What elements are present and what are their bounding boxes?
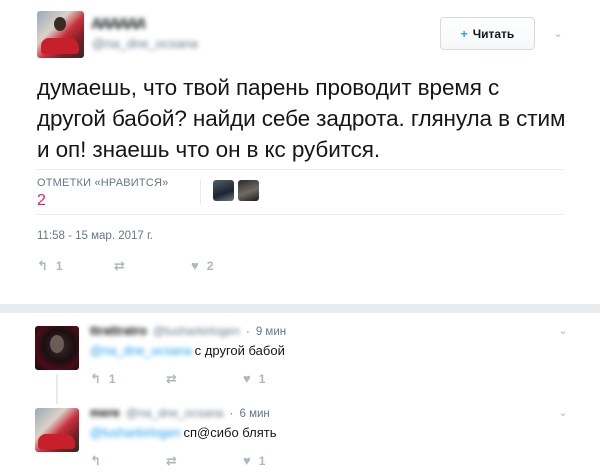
thread-connector xyxy=(56,374,58,404)
author-handle[interactable]: @na_dne_ocsana xyxy=(92,36,198,51)
reply-author-handle[interactable]: @lusharkirlogen xyxy=(153,324,240,338)
author-name[interactable]: дддддд xyxy=(92,13,145,29)
avatar-car xyxy=(38,434,75,449)
reply-icon: ↰ xyxy=(90,371,101,386)
author-avatar[interactable] xyxy=(37,11,84,58)
tweet-timestamp[interactable]: 11:58 - 15 мар. 2017 г. xyxy=(37,230,153,242)
likes-count[interactable]: 2 xyxy=(37,192,46,210)
reply-count: 1 xyxy=(55,259,63,273)
like-icon: ♥ xyxy=(243,453,251,468)
follow-button[interactable]: + Читать xyxy=(440,17,535,50)
liker-avatar[interactable] xyxy=(213,180,234,201)
reply-mention[interactable]: @na_dne_ocsana xyxy=(90,344,192,358)
reply-header: mere @na_dne_ocsana · 6 мин xyxy=(90,406,270,420)
retweet-button[interactable]: ⇄ xyxy=(166,453,185,469)
separator-dot: · xyxy=(245,324,250,338)
like-count: 2 xyxy=(206,258,214,273)
reply-header: ttrattratro @lusharkirlogen · 9 мин xyxy=(90,324,286,338)
follow-button-label: Читать xyxy=(472,26,515,41)
thread-separator xyxy=(0,304,600,313)
reply-button[interactable]: ↰ 1 xyxy=(90,371,116,387)
reply-author-handle[interactable]: @na_dne_ocsana xyxy=(126,406,224,420)
like-count: 1 xyxy=(258,371,266,386)
more-options-caret-icon[interactable]: ⌄ xyxy=(551,26,565,40)
retweet-button[interactable]: ⇄ xyxy=(114,258,133,274)
reply-body: @lusharkirlogen сп@сибо блять xyxy=(90,425,277,440)
reply-button[interactable]: ↰ xyxy=(90,453,109,469)
divider xyxy=(37,169,564,170)
more-options-caret-icon[interactable]: ⌄ xyxy=(556,405,570,419)
reply-text: сп@сибо блять xyxy=(183,425,277,440)
like-icon: ♥ xyxy=(243,371,251,386)
reply-avatar[interactable] xyxy=(35,408,79,452)
retweet-icon: ⇄ xyxy=(114,258,125,273)
avatar-figure xyxy=(54,17,66,31)
retweet-icon: ⇄ xyxy=(166,453,177,468)
follow-icon: + xyxy=(460,26,468,41)
reply-avatar[interactable] xyxy=(35,326,79,370)
retweet-icon: ⇄ xyxy=(166,371,177,386)
divider xyxy=(37,214,564,215)
reply-mention[interactable]: @lusharkirlogen xyxy=(90,426,181,440)
reply-author-name[interactable]: mere xyxy=(90,406,120,420)
avatar-figure xyxy=(50,335,64,353)
liker-avatar[interactable] xyxy=(238,180,259,201)
reply-icon: ↰ xyxy=(37,258,48,273)
more-options-caret-icon[interactable]: ⌄ xyxy=(556,323,570,337)
reply-time[interactable]: 6 мин xyxy=(239,408,269,420)
like-button[interactable]: ♥ 2 xyxy=(191,258,213,273)
reply-button[interactable]: ↰ 1 xyxy=(37,258,63,274)
reply-icon: ↰ xyxy=(90,453,101,468)
reply-text: с другой бабой xyxy=(194,343,285,358)
separator-dot: · xyxy=(229,406,234,420)
reply-time[interactable]: 9 мин xyxy=(256,326,286,338)
like-count: 1 xyxy=(258,453,266,468)
like-button[interactable]: ♥ 1 xyxy=(243,371,265,386)
like-button[interactable]: ♥ 1 xyxy=(243,453,265,468)
reply-author-name[interactable]: ttrattratro xyxy=(90,324,147,338)
likes-label[interactable]: ОТМЕТКИ «НРАВИТСЯ» xyxy=(37,177,168,189)
reply-count: 1 xyxy=(108,372,116,386)
like-icon: ♥ xyxy=(191,258,199,273)
likes-divider xyxy=(200,180,201,204)
reply-body: @na_dne_ocsana с другой бабой xyxy=(90,343,285,358)
retweet-button[interactable]: ⇄ xyxy=(166,371,185,387)
tweet-text: думаешь, что твой парень проводит время … xyxy=(37,75,566,162)
avatar-car xyxy=(41,38,79,54)
